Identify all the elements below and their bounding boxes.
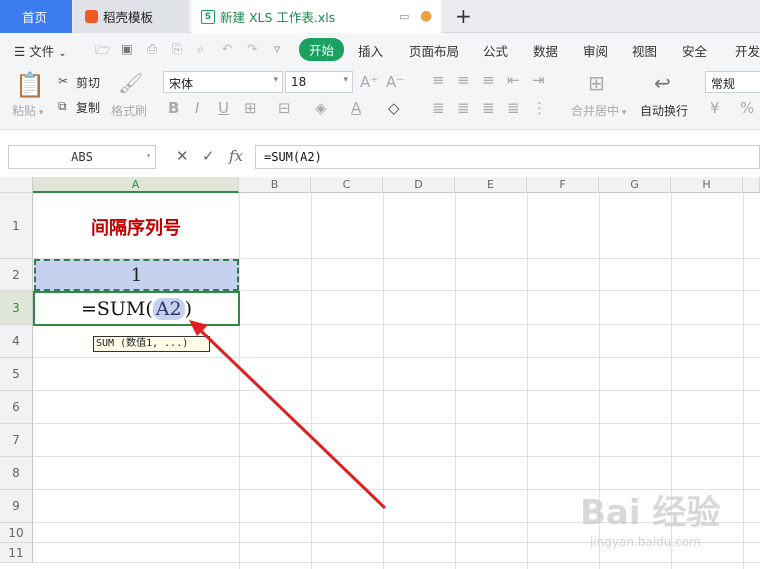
annotation-arrow [189, 320, 387, 510]
watermark-logo: Bai 经验 [580, 493, 721, 533]
arrow-line [196, 326, 387, 510]
watermark-url: jingyan.baidu.com [590, 535, 701, 549]
